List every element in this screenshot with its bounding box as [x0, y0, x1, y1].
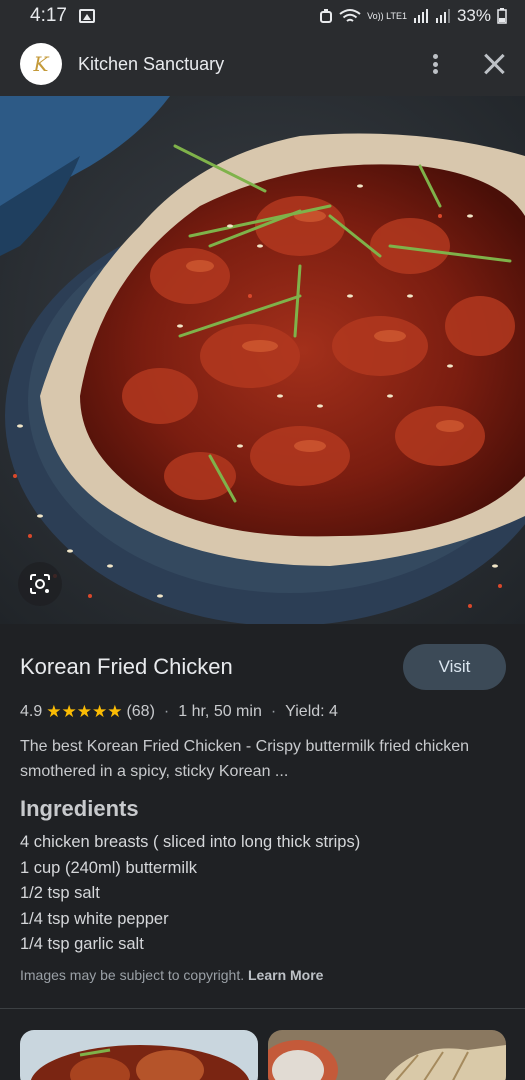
learn-more-link[interactable]: Learn More	[248, 967, 323, 983]
related-image-thumbnail[interactable]	[20, 1030, 258, 1080]
meta-separator: ·	[270, 703, 277, 720]
meta-separator: ·	[163, 703, 170, 720]
network-label: Vo)) LTE1	[367, 10, 407, 21]
gallery-icon	[78, 9, 95, 23]
cook-time: 1 hr, 50 min	[178, 703, 262, 720]
site-name[interactable]: Kitchen Sanctuary	[78, 54, 224, 75]
close-icon[interactable]	[483, 53, 505, 75]
battery-icon	[497, 8, 507, 24]
more-vert-icon[interactable]	[423, 52, 447, 76]
ingredient-item: 4 chicken breasts ( sliced into long thi…	[20, 833, 361, 851]
copyright-notice: Images may be subject to copyright. Lear…	[20, 967, 323, 983]
section-divider	[0, 1008, 525, 1009]
ingredients-list: 4 chicken breasts ( sliced into long thi…	[20, 830, 360, 958]
recipe-description: The best Korean Fried Chicken - Crispy b…	[20, 738, 470, 780]
alarm-icon	[320, 9, 333, 23]
related-photo-1	[20, 1030, 258, 1080]
status-indicators: Vo)) LTE1 33%	[319, 6, 507, 26]
battery-percent: 33%	[456, 6, 491, 25]
recipe-image[interactable]	[0, 96, 525, 624]
related-photo-2	[268, 1030, 506, 1080]
ingredient-item: 1/4 tsp garlic salt	[20, 935, 144, 953]
lens-button[interactable]	[18, 562, 62, 606]
site-logo[interactable]: K	[20, 43, 62, 85]
title-row: Korean Fried Chicken Visit	[20, 644, 506, 690]
recipe-title: Korean Fried Chicken	[20, 654, 233, 679]
signal-2-icon	[435, 9, 450, 23]
review-count: (68)	[126, 703, 155, 720]
chicken-photo	[0, 96, 525, 624]
rating-value: 4.9	[20, 703, 43, 720]
ingredients-heading: Ingredients	[20, 796, 139, 821]
lens-icon	[30, 574, 50, 594]
viewer-header: K Kitchen Sanctuary	[0, 32, 525, 96]
ingredient-item: 1/2 tsp salt	[20, 884, 100, 902]
ingredient-item: 1 cup (240ml) buttermilk	[20, 858, 197, 877]
status-time: 4:17	[30, 5, 67, 26]
recipe-meta: 4.9 ★★★★★ (68) · 1 hr, 50 min · Yield: 4	[20, 702, 338, 722]
copyright-text: Images may be subject to copyright.	[20, 967, 245, 983]
ingredient-item: 1/4 tsp white pepper	[20, 909, 169, 928]
visit-button[interactable]: Visit	[403, 644, 506, 690]
status-bar: 4:17 Vo)) LTE1 33%	[0, 0, 525, 32]
rating-stars: ★★★★★	[46, 702, 123, 721]
header-actions	[423, 52, 505, 76]
related-image-thumbnail[interactable]	[268, 1030, 506, 1080]
wifi-icon	[339, 9, 361, 22]
recipe-yield: Yield: 4	[285, 703, 338, 720]
signal-icon	[413, 9, 428, 23]
